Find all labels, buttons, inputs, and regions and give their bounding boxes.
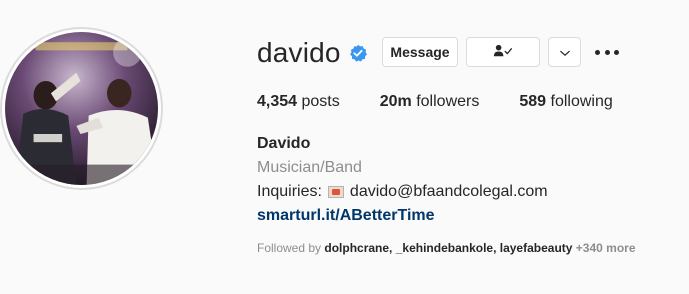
inquiries-email: davido@bfaandcolegal.com [349, 183, 548, 200]
mail-emoji-icon [327, 186, 344, 198]
suggested-accounts-button[interactable] [548, 37, 581, 67]
profile-stats: 4,354 posts 20m followers 589 following [257, 93, 653, 111]
followed-by-names[interactable]: dolphcrane, _kehindebankole, layefabeaut… [324, 241, 572, 255]
person-check-icon [492, 44, 514, 61]
followed-by: Followed by dolphcrane, _kehindebankole,… [257, 240, 636, 256]
followers-count: 20m [379, 93, 412, 110]
followed-by-more[interactable]: +340 more [572, 241, 636, 255]
profile-header: davido Message 4,354 posts 20m followers… [0, 0, 689, 294]
full-name: Davido [257, 135, 311, 152]
posts-stat: 4,354 posts [257, 93, 340, 111]
inquiries-line: Inquiries: davido@bfaandcolegal.com [257, 180, 548, 204]
category: Musician/Band [257, 159, 362, 176]
inquiries-label: Inquiries: [257, 183, 322, 200]
username-row: davido [257, 36, 367, 70]
bio-link[interactable]: smarturl.it/ABetterTime [257, 204, 548, 228]
following-stat[interactable]: 589 following [519, 93, 612, 111]
followed-by-prefix: Followed by [257, 241, 325, 255]
verified-badge-icon [349, 44, 367, 62]
more-horizontal-icon[interactable] [595, 44, 619, 60]
message-button[interactable]: Message [382, 37, 458, 67]
bio: Davido Musician/Band Inquiries: davido@b… [257, 132, 548, 228]
following-button[interactable] [466, 37, 540, 67]
following-count: 589 [519, 93, 547, 110]
posts-label: posts [297, 93, 340, 110]
username: davido [257, 37, 341, 68]
following-label: following [546, 93, 613, 110]
chevron-down-icon [559, 44, 570, 60]
avatar[interactable] [0, 27, 163, 190]
followers-stat[interactable]: 20m followers [380, 93, 480, 111]
avatar-image [2, 29, 161, 188]
followers-label: followers [411, 93, 480, 110]
posts-count: 4,354 [257, 93, 298, 110]
